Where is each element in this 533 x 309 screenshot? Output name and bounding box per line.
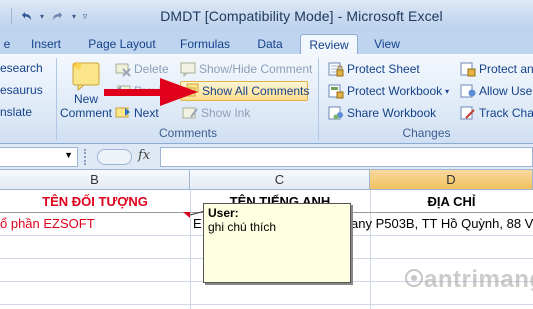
share-workbook-label: Share Workbook: [347, 106, 437, 120]
tab-page-layout[interactable]: Page Layout: [84, 34, 160, 54]
ribbon-tabs: e Insert Page Layout Formulas Data Revie…: [0, 32, 533, 54]
research-button[interactable]: esearch: [0, 58, 43, 78]
show-hide-comment-label: Show/Hide Comment: [199, 62, 313, 76]
thesaurus-button[interactable]: esaurus: [0, 80, 43, 100]
show-ink-icon: [182, 105, 198, 121]
insert-function-icon[interactable]: fx: [138, 148, 150, 163]
new-comment-icon: [70, 60, 102, 92]
show-all-comments-label: Show All Comments: [202, 84, 310, 98]
track-changes-icon: [460, 105, 476, 121]
comments-group-label: Comments: [158, 126, 217, 140]
new-comment-label-2: Comment: [60, 106, 113, 120]
next-comment-icon: [115, 105, 131, 121]
track-changes-button[interactable]: Track Chan: [460, 103, 533, 123]
column-header-d[interactable]: D: [370, 170, 533, 190]
protect-workbook-label: Protect Workbook: [347, 84, 443, 98]
protect-and-share-icon: [460, 61, 476, 77]
delete-comment-button[interactable]: Delete: [115, 59, 169, 79]
red-arrow-icon: [104, 78, 198, 106]
protect-sheet-icon: [328, 61, 344, 77]
comment-box[interactable]: User: ghi chú thích: [203, 203, 351, 283]
show-ink-button[interactable]: Show Ink: [182, 103, 250, 123]
watermark-logo-icon: [405, 269, 423, 287]
protect-sheet-button[interactable]: Protect Sheet: [328, 59, 420, 79]
share-workbook-button[interactable]: Share Workbook: [328, 103, 436, 123]
group-separator: [318, 58, 319, 140]
tab-view[interactable]: View: [366, 34, 408, 54]
changes-group-label: Changes: [402, 126, 451, 140]
tab-home[interactable]: e: [0, 34, 14, 54]
protect-and-share-label: Protect and: [479, 62, 533, 76]
formula-bar: ▼ fx: [0, 144, 533, 170]
tab-formulas[interactable]: Formulas: [176, 34, 234, 54]
comment-indicator-icon: [183, 211, 205, 218]
ribbon: esearch esaurus nslate New Comment Delet…: [0, 54, 533, 144]
allow-users-icon: [460, 83, 476, 99]
protect-workbook-icon: [328, 83, 344, 99]
tab-data[interactable]: Data: [250, 34, 290, 54]
allow-users-button[interactable]: Allow User: [460, 81, 533, 101]
protect-workbook-button[interactable]: Protect Workbook ▾: [328, 81, 449, 101]
column-header-b[interactable]: B: [0, 170, 190, 190]
watermark-text: antrimang: [424, 266, 533, 293]
formula-bar-grip-icon[interactable]: [84, 149, 92, 165]
protect-and-share-button[interactable]: Protect and: [460, 59, 533, 79]
translate-button[interactable]: nslate: [0, 102, 32, 122]
comment-author: User:: [208, 206, 239, 220]
window-title: DMDT [Compatibility Mode] - Microsoft Ex…: [160, 8, 443, 24]
next-comment-button[interactable]: Next: [115, 103, 159, 123]
track-changes-label: Track Chan: [479, 106, 533, 120]
show-hide-comment-icon: [180, 61, 196, 78]
show-ink-label: Show Ink: [201, 106, 251, 120]
cell-b-row1[interactable]: ổ phần EZSOFT: [0, 212, 190, 235]
cell-b-header[interactable]: TÊN ĐỐI TƯỢNG: [0, 190, 190, 213]
cell-d-row1[interactable]: any P503B, TT Hồ Quỳnh, 88 V: [351, 212, 533, 235]
delete-comment-icon: [115, 61, 131, 77]
allow-users-label: Allow User: [479, 84, 533, 98]
name-box-dropdown-icon[interactable]: ▼: [64, 150, 73, 160]
show-hide-comment-button[interactable]: Show/Hide Comment: [180, 59, 312, 79]
tab-review[interactable]: Review: [300, 34, 358, 54]
formula-input[interactable]: [160, 147, 533, 167]
protect-workbook-dropdown-icon: ▾: [445, 86, 450, 96]
group-separator: [56, 58, 57, 140]
tab-insert[interactable]: Insert: [24, 34, 68, 54]
next-comment-label: Next: [134, 106, 159, 120]
comment-text: ghi chú thích: [208, 220, 277, 234]
title-bar: ▾ ▾ ▿ DMDT [Compatibility Mode] - Micros…: [0, 0, 533, 32]
protect-sheet-label: Protect Sheet: [347, 62, 420, 76]
formula-bar-resize-icon[interactable]: [97, 149, 132, 165]
name-box[interactable]: ▼: [0, 147, 78, 167]
delete-comment-label: Delete: [134, 62, 169, 76]
gridline: [0, 304, 533, 305]
column-header-c[interactable]: C: [190, 170, 370, 190]
cell-d-header[interactable]: ĐỊA CHỈ: [370, 190, 533, 213]
share-workbook-icon: [328, 105, 344, 121]
